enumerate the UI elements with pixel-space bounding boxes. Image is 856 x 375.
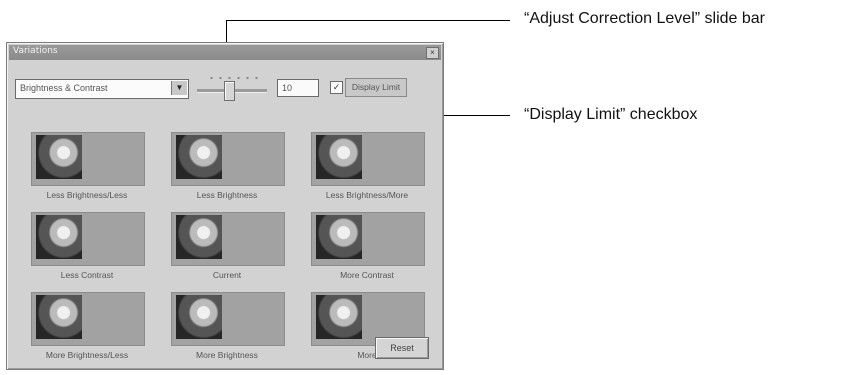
- photo-preview: [36, 295, 82, 339]
- photo-preview: [36, 135, 82, 179]
- photo-preview: [36, 215, 82, 259]
- dialog-titlebar: Variations ×: [9, 45, 441, 60]
- variation-thumbnail[interactable]: [311, 132, 425, 186]
- variation-label: Less Brightness/Less: [46, 190, 128, 200]
- variation-label: More Brightness/Less: [45, 350, 129, 360]
- variations-dialog: Variations × Brightness & Contrast ▼ 10 …: [6, 42, 444, 370]
- photo-preview: [316, 215, 362, 259]
- slider-thumb[interactable]: [224, 81, 235, 101]
- slider-ticks: [207, 75, 263, 81]
- photo-preview: [176, 135, 222, 179]
- variation-thumbnail[interactable]: [31, 132, 145, 186]
- variation-label: Current: [212, 270, 242, 280]
- variation-thumbnail[interactable]: [171, 212, 285, 266]
- photo-preview: [176, 295, 222, 339]
- photo-preview: [316, 295, 362, 339]
- display-limit-label[interactable]: Display Limit: [345, 78, 407, 97]
- dialog-title: Variations: [13, 46, 58, 56]
- slider-callout-text: “Adjust Correction Level” slide bar: [524, 10, 765, 27]
- adjustment-type-dropdown[interactable]: Brightness & Contrast ▼: [15, 79, 189, 99]
- photo-preview: [176, 215, 222, 259]
- photo-preview: [316, 135, 362, 179]
- display-limit-checkbox[interactable]: ✓: [330, 81, 343, 94]
- variation-label: Less Contrast: [60, 270, 114, 280]
- adjustment-type-value: Brightness & Contrast: [20, 83, 108, 93]
- variation-thumbnail[interactable]: [171, 132, 285, 186]
- variation-thumbnail[interactable]: [171, 292, 285, 346]
- slider-callout-line-horizontal: [226, 20, 510, 21]
- checkbox-callout-text: “Display Limit” checkbox: [524, 106, 698, 123]
- correction-level-field[interactable]: 10: [277, 79, 319, 97]
- variation-thumbnail[interactable]: [31, 212, 145, 266]
- variation-thumbnail[interactable]: [31, 292, 145, 346]
- correction-level-slider[interactable]: [197, 73, 271, 103]
- reset-button[interactable]: Reset: [375, 337, 429, 359]
- variation-label: More Brightness: [196, 350, 258, 360]
- variation-label: More Contrast: [340, 270, 394, 280]
- chevron-down-icon[interactable]: ▼: [171, 81, 187, 95]
- variation-thumbnail[interactable]: [311, 212, 425, 266]
- variation-label: Less Brightness/More: [325, 190, 409, 200]
- close-icon[interactable]: ×: [426, 47, 439, 59]
- variation-label: Less Brightness: [196, 190, 258, 200]
